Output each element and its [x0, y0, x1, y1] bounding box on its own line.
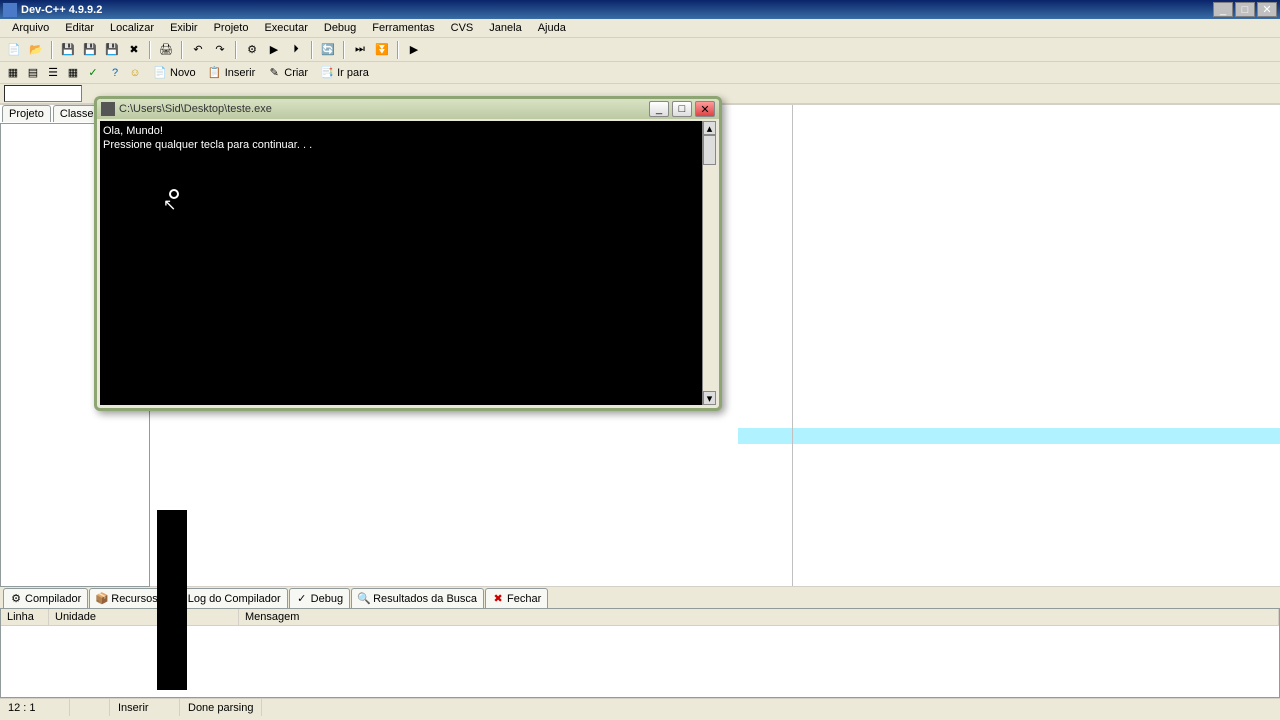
redo-icon[interactable]: ↷ [210, 40, 230, 60]
check-icon[interactable]: ✓ [84, 64, 102, 82]
search-results-icon: 🔍 [358, 593, 370, 605]
compile-icon[interactable]: ⚙ [242, 40, 262, 60]
status-position: 12 : 1 [0, 699, 70, 716]
console-titlebar[interactable]: C:\Users\Sid\Desktop\teste.exe _ □ ✕ [97, 99, 719, 119]
current-line-highlight [738, 428, 1280, 444]
view-detail-icon[interactable]: ▦ [64, 64, 82, 82]
criar-button[interactable]: ✎Criar [262, 63, 313, 83]
toolbar-main: 📄 📂 💾 💾 💾 ✖ 🖨 ↶ ↷ ⚙ ▶ ⏵ 🔄 ⏭ ⏬ ▶ [0, 38, 1280, 62]
menu-ajuda[interactable]: Ajuda [530, 20, 574, 36]
close-tab-icon: ✖ [492, 593, 504, 605]
compile-run-icon[interactable]: ⏵ [286, 40, 306, 60]
btab-compilador[interactable]: ⚙Compilador [3, 588, 88, 608]
col-unidade[interactable]: Unidade [49, 609, 239, 625]
menu-debug[interactable]: Debug [316, 20, 364, 36]
app-title: Dev-C++ 4.9.9.2 [21, 4, 1213, 16]
new-icon: 📄 [153, 66, 167, 80]
app-icon [3, 3, 17, 17]
col-linha[interactable]: Linha [1, 609, 49, 625]
menu-arquivo[interactable]: Arquivo [4, 20, 57, 36]
btab-debug[interactable]: ✓Debug [289, 588, 350, 608]
menu-bar: Arquivo Editar Localizar Exibir Projeto … [0, 19, 1280, 38]
menu-cvs[interactable]: CVS [443, 20, 482, 36]
view-large-icon[interactable]: ▦ [4, 64, 22, 82]
novo-button[interactable]: 📄Novo [148, 63, 201, 83]
close-file-icon[interactable]: ✖ [124, 40, 144, 60]
new-file-icon[interactable]: 📄 [4, 40, 24, 60]
view-small-icon[interactable]: ▤ [24, 64, 42, 82]
rebuild-icon[interactable]: 🔄 [318, 40, 338, 60]
margin-line [792, 105, 793, 586]
status-mode: Inserir [110, 699, 180, 716]
main-titlebar: Dev-C++ 4.9.9.2 _ □ ✕ [0, 0, 1280, 19]
console-line1: Ola, Mundo! [103, 125, 163, 137]
console-maximize-button[interactable]: □ [672, 101, 692, 117]
console-output[interactable]: Ola, Mundo! Pressione qualquer tecla par… [100, 121, 716, 405]
save-icon[interactable]: 💾 [58, 40, 78, 60]
console-window[interactable]: C:\Users\Sid\Desktop\teste.exe _ □ ✕ Ola… [94, 96, 722, 411]
debug-run-icon[interactable]: ▶ [404, 40, 424, 60]
status-message: Done parsing [180, 699, 262, 716]
irpara-button[interactable]: 📑Ir para [315, 63, 374, 83]
open-icon[interactable]: 📂 [26, 40, 46, 60]
menu-projeto[interactable]: Projeto [206, 20, 257, 36]
insert-icon: 📋 [208, 66, 222, 80]
btab-recursos[interactable]: 📦Recursos [89, 588, 164, 608]
scroll-up-icon[interactable]: ▴ [703, 121, 716, 135]
console-scrollbar[interactable]: ▴ ▾ [702, 121, 716, 405]
scroll-down-icon[interactable]: ▾ [703, 391, 716, 405]
debug-icon: ✓ [296, 593, 308, 605]
minimize-button[interactable]: _ [1213, 2, 1233, 17]
console-title: C:\Users\Sid\Desktop\teste.exe [119, 103, 649, 115]
console-minimize-button[interactable]: _ [649, 101, 669, 117]
about-icon[interactable]: ☺ [126, 64, 144, 82]
console-line2: Pressione qualquer tecla para continuar.… [103, 139, 312, 151]
resources-icon: 📦 [96, 593, 108, 605]
menu-exibir[interactable]: Exibir [162, 20, 206, 36]
toolbar-secondary: ▦ ▤ ☰ ▦ ✓ ? ☺ 📄Novo 📋Inserir ✎Criar 📑Ir … [0, 62, 1280, 84]
print-icon[interactable]: 🖨 [156, 40, 176, 60]
view-list-icon[interactable]: ☰ [44, 64, 62, 82]
debug-step-icon[interactable]: ⏭ [350, 40, 370, 60]
menu-ferramentas[interactable]: Ferramentas [364, 20, 442, 36]
help-icon[interactable]: ? [106, 64, 124, 82]
inserir-button[interactable]: 📋Inserir [203, 63, 261, 83]
menu-executar[interactable]: Executar [256, 20, 315, 36]
save-as-icon[interactable]: 💾 [102, 40, 122, 60]
btab-resultados[interactable]: 🔍Resultados da Busca [351, 588, 484, 608]
search-input[interactable] [4, 85, 82, 102]
scroll-thumb[interactable] [703, 135, 716, 165]
tab-projeto[interactable]: Projeto [2, 105, 51, 122]
undo-icon[interactable]: ↶ [188, 40, 208, 60]
status-modified [70, 699, 110, 716]
console-close-button[interactable]: ✕ [695, 101, 715, 117]
bottom-tabs: ⚙Compilador 📦Recursos 📊Log do Compilador… [0, 586, 1280, 608]
save-all-icon[interactable]: 💾 [80, 40, 100, 60]
maximize-button[interactable]: □ [1235, 2, 1255, 17]
close-button[interactable]: ✕ [1257, 2, 1277, 17]
status-bar: 12 : 1 Inserir Done parsing [0, 698, 1280, 716]
btab-fechar[interactable]: ✖Fechar [485, 588, 548, 608]
menu-localizar[interactable]: Localizar [102, 20, 162, 36]
menu-editar[interactable]: Editar [57, 20, 102, 36]
console-app-icon [101, 102, 115, 116]
col-mensagem[interactable]: Mensagem [239, 609, 1279, 625]
debug-into-icon[interactable]: ⏬ [372, 40, 392, 60]
run-icon[interactable]: ▶ [264, 40, 284, 60]
goto-icon: 📑 [320, 66, 334, 80]
create-icon: ✎ [267, 66, 281, 80]
menu-janela[interactable]: Janela [481, 20, 529, 36]
compiler-output-grid[interactable]: Linha Unidade Mensagem [0, 608, 1280, 698]
compiler-icon: ⚙ [10, 593, 22, 605]
gutter-artifact [157, 510, 187, 690]
